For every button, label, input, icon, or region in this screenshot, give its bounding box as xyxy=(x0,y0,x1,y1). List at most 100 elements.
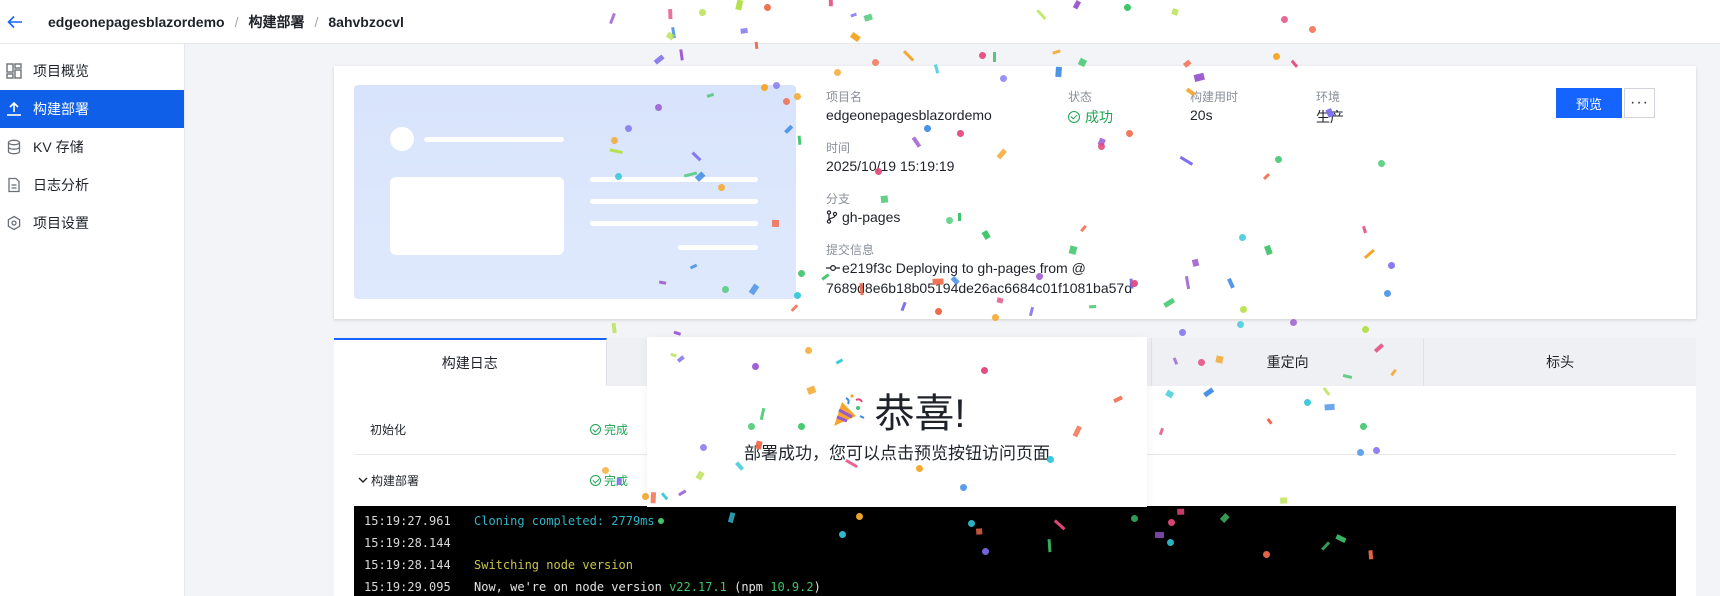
terminal-text: Switching node version xyxy=(474,558,633,572)
document-icon xyxy=(5,176,23,194)
back-arrow-icon[interactable] xyxy=(2,9,28,35)
step-name-wrap: 构建部署 xyxy=(358,472,419,489)
placeholder-line xyxy=(590,177,758,182)
placeholder-line xyxy=(590,199,758,204)
commit-label: 提交信息 xyxy=(826,243,875,257)
terminal-timestamp: 15:19:27.961 xyxy=(364,514,451,528)
confetti-piece xyxy=(1361,325,1369,333)
commit-message-line2: 7689d8e6b18b05194de26ac6684c01f1081ba57d xyxy=(826,280,1132,296)
confetti-piece xyxy=(1177,328,1188,338)
branch-label: 分支 xyxy=(826,192,851,206)
sidebar-item-label: KV 存储 xyxy=(33,139,84,155)
time-value: 2025/10/19 15:19:19 xyxy=(826,158,955,174)
sidebar-item-project-settings[interactable]: 项目设置 xyxy=(0,204,184,242)
status-badge: 成功 xyxy=(1068,107,1113,127)
build-log-terminal[interactable]: 15:19:27.961 Cloning completed: 2779ms 15:… xyxy=(354,506,1676,596)
terminal-text: (npm xyxy=(726,580,771,594)
terminal-line: 15:19:28.144 Switching node version xyxy=(354,554,1676,576)
placeholder-line xyxy=(590,221,758,226)
tab-headers[interactable]: 标头 xyxy=(1424,338,1696,386)
terminal-line: 15:19:27.961 Cloning completed: 2779ms xyxy=(354,510,1676,532)
confetti-piece xyxy=(611,323,617,334)
status-dot-icon xyxy=(657,518,664,524)
step-name: 构建部署 xyxy=(371,473,420,488)
popup-title-row: 恭喜! xyxy=(647,381,1147,439)
terminal-timestamp: 15:19:28.144 xyxy=(364,536,451,550)
popup-title: 恭喜! xyxy=(874,392,966,436)
chevron-down-icon xyxy=(358,477,368,483)
terminal-line: 15:19:28.144 xyxy=(354,532,1676,554)
breadcrumb-section[interactable]: 构建部署 xyxy=(248,12,304,32)
confetti-piece xyxy=(978,51,987,60)
breadcrumb-separator: / xyxy=(314,13,319,30)
status-label: 状态 xyxy=(1068,90,1093,104)
step-name: 初始化 xyxy=(370,422,407,437)
step-status: 完成 xyxy=(590,421,628,438)
confetti-piece xyxy=(1271,51,1282,62)
duration-value: 20s xyxy=(1190,107,1213,123)
congrats-popup: 恭喜! 部署成功，您可以点击预览按钮访问页面 xyxy=(647,337,1147,507)
settings-icon xyxy=(5,214,23,232)
deployment-card: 项目名 edgeonepagesblazordemo 状态 成功 构建用时 20… xyxy=(334,66,1696,319)
time-label: 时间 xyxy=(826,141,851,155)
popup-subtitle: 部署成功，您可以点击预览按钮访问页面 xyxy=(744,444,1050,463)
confetti-piece xyxy=(653,54,665,66)
sidebar-item-label: 日志分析 xyxy=(33,177,89,193)
project-name-label: 项目名 xyxy=(826,90,863,104)
breadcrumb-separator: / xyxy=(234,13,239,30)
confetti-piece xyxy=(1288,317,1298,328)
tab-redirects[interactable]: 重定向 xyxy=(1152,338,1425,386)
step-status-label: 完成 xyxy=(604,473,629,488)
party-popper-icon xyxy=(834,394,865,426)
confetti-piece xyxy=(993,52,997,62)
sidebar-item-build-deploy[interactable]: 构建部署 xyxy=(0,90,184,128)
top-bar: edgeonepagesblazordemo / 构建部署 / 8ahvbzoc… xyxy=(0,0,1720,44)
placeholder-line xyxy=(678,245,758,250)
breadcrumb-project[interactable]: edgeonepagesblazordemo xyxy=(48,14,225,30)
commit-message-row: e219f3c Deploying to gh-pages from @ xyxy=(826,260,1086,276)
sidebar: 项目概览 构建部署 KV 存储 日志分析 项目设置 xyxy=(0,44,185,596)
confetti-piece xyxy=(903,49,915,62)
git-branch-icon xyxy=(826,210,838,224)
sidebar-item-label: 构建部署 xyxy=(33,101,89,117)
sidebar-item-overview[interactable]: 项目概览 xyxy=(0,52,184,90)
terminal-text: ) xyxy=(813,580,821,594)
site-preview-thumbnail[interactable] xyxy=(354,85,796,299)
check-circle-icon xyxy=(590,474,601,486)
terminal-timestamp: 15:19:28.144 xyxy=(364,558,451,572)
duration-label: 构建用时 xyxy=(1190,90,1239,104)
sidebar-item-label: 项目概览 xyxy=(33,63,89,79)
git-commit-icon xyxy=(826,264,840,272)
environment-label: 环境 xyxy=(1316,90,1341,104)
status-value: 成功 xyxy=(1085,109,1113,125)
database-icon xyxy=(5,138,23,156)
branch-value-row[interactable]: gh-pages xyxy=(826,209,900,225)
environment-value: 生产 xyxy=(1316,109,1344,125)
terminal-text: v22.17.1 xyxy=(669,580,727,594)
check-circle-icon xyxy=(1068,111,1080,123)
more-options-button[interactable]: ··· xyxy=(1624,88,1655,118)
tab-build-log[interactable]: 构建日志 xyxy=(334,338,607,386)
check-circle-icon xyxy=(590,423,601,435)
confetti-piece xyxy=(678,49,684,61)
project-name-value: edgeonepagesblazordemo xyxy=(826,107,992,123)
branch-value: gh-pages xyxy=(842,209,901,225)
terminal-timestamp: 15:19:29.095 xyxy=(364,580,451,594)
upload-icon xyxy=(5,100,23,118)
breadcrumb-deployment-id: 8ahvbzocvl xyxy=(328,13,404,30)
sidebar-item-log-analysis[interactable]: 日志分析 xyxy=(0,166,184,204)
terminal-text: 10.9.2 xyxy=(770,580,814,594)
placeholder-line xyxy=(424,137,564,142)
sidebar-item-kv-storage[interactable]: KV 存储 xyxy=(0,128,184,166)
terminal-text: Cloning completed: 2779ms xyxy=(474,514,655,528)
breadcrumb: edgeonepagesblazordemo / 构建部署 / 8ahvbzoc… xyxy=(48,12,404,32)
confetti-piece xyxy=(1051,48,1061,55)
terminal-text: Now, we're on node version xyxy=(474,580,670,594)
preview-button[interactable]: 预览 xyxy=(1556,88,1622,118)
step-status-label: 完成 xyxy=(604,422,629,437)
placeholder-avatar xyxy=(390,127,414,151)
sidebar-item-label: 项目设置 xyxy=(33,215,89,231)
confetti-piece xyxy=(673,330,681,336)
placeholder-box xyxy=(390,177,564,255)
step-status: 完成 xyxy=(590,472,628,489)
